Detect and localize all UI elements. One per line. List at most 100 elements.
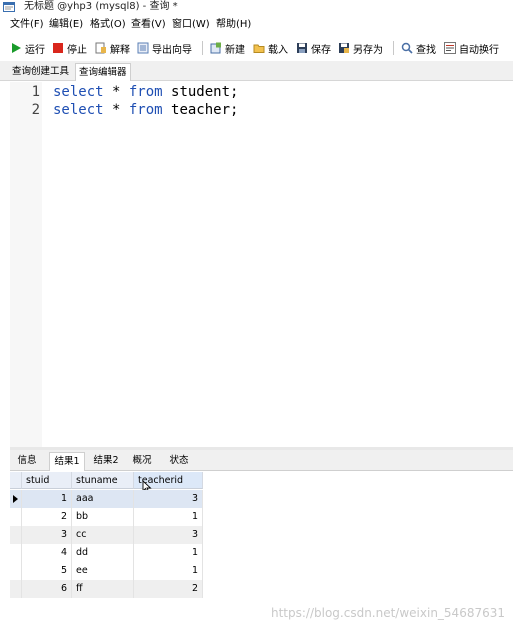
table-row[interactable]: 3 cc 3 (10, 526, 203, 544)
export-wizard-button[interactable]: 导出向导 (137, 37, 192, 59)
result-tabs: 信息 结果1 结果2 概况 状态 (10, 450, 513, 471)
column-header-stuid[interactable]: stuid (22, 472, 72, 489)
find-button[interactable]: 查找 (401, 37, 436, 59)
cell-stuid[interactable]: 1 (22, 490, 72, 508)
export-wizard-label: 导出向导 (152, 44, 192, 56)
tab-status[interactable]: 状态 (164, 452, 194, 470)
toolbar-separator (393, 41, 394, 55)
tab-overview[interactable]: 概况 (127, 452, 157, 470)
current-row-arrow-icon (13, 495, 18, 503)
explain-icon (95, 42, 107, 54)
run-button[interactable]: 运行 (10, 37, 45, 59)
table-row[interactable]: 1 aaa 3 (10, 490, 203, 508)
menu-bar: 文件(F) 编辑(E) 格式(O) 查看(V) 窗口(W) 帮助(H) (0, 16, 513, 34)
cell-stuname[interactable]: ee (72, 562, 134, 580)
save-as-label: 另存为 (353, 44, 383, 56)
cell-stuname[interactable]: dd (72, 544, 134, 562)
menu-window[interactable]: 窗口(W) (172, 16, 210, 34)
table-row[interactable]: 4 dd 1 (10, 544, 203, 562)
save-label: 保存 (311, 44, 331, 56)
keyword: select (53, 102, 104, 118)
cell-stuname[interactable]: ff (72, 580, 134, 598)
run-label: 运行 (25, 44, 45, 56)
cell-teacherid[interactable]: 1 (134, 508, 203, 526)
search-icon (401, 42, 413, 54)
cell-stuid[interactable]: 2 (22, 508, 72, 526)
menu-edit[interactable]: 编辑(E) (49, 16, 83, 34)
save-as-icon (338, 42, 350, 54)
code-line[interactable]: select * from teacher; (53, 102, 238, 118)
menu-format[interactable]: 格式(O) (90, 16, 126, 34)
keyword: select (53, 84, 104, 100)
tab-result-1[interactable]: 结果1 (49, 452, 85, 471)
explain-label: 解释 (110, 44, 130, 56)
stop-button[interactable]: 停止 (52, 37, 87, 59)
title-bar: 无标题 @yhp3 (mysql8) - 查询 * (0, 0, 513, 14)
save-as-button[interactable]: 另存为 (338, 37, 383, 59)
query-window-icon (3, 2, 15, 12)
stop-label: 停止 (67, 44, 87, 56)
line-number: 1 (31, 84, 40, 100)
word-wrap-button[interactable]: 自动换行 (444, 37, 499, 59)
row-indicator (10, 580, 22, 598)
line-number: 2 (31, 102, 40, 118)
table-row[interactable]: 6 ff 2 (10, 580, 203, 598)
code-text: student; (162, 84, 239, 100)
query-mode-tabs: 查询创建工具 查询编辑器 (0, 61, 513, 81)
menu-view[interactable]: 查看(V) (131, 16, 166, 34)
floppy-disk-icon (296, 42, 308, 54)
keyword: from (128, 102, 163, 118)
sql-editor[interactable]: 1 select * from student; 2 select * from… (0, 82, 513, 447)
cell-stuname[interactable]: cc (72, 526, 134, 544)
folder-icon (253, 42, 265, 54)
row-indicator (10, 526, 22, 544)
cell-teacherid[interactable]: 2 (134, 580, 203, 598)
code-line[interactable]: select * from student; (53, 84, 238, 100)
cell-stuid[interactable]: 3 (22, 526, 72, 544)
row-indicator (10, 508, 22, 526)
explain-button[interactable]: 解释 (95, 37, 130, 59)
tab-query-editor[interactable]: 查询编辑器 (75, 63, 131, 81)
stop-icon (52, 42, 64, 54)
word-wrap-label: 自动换行 (459, 44, 499, 56)
cell-stuid[interactable]: 5 (22, 562, 72, 580)
table-row[interactable]: 2 bb 1 (10, 508, 203, 526)
play-icon (10, 42, 22, 54)
tab-result-2[interactable]: 结果2 (89, 452, 123, 470)
row-header-corner (10, 472, 22, 489)
menu-file[interactable]: 文件(F) (10, 16, 44, 34)
cell-teacherid[interactable]: 1 (134, 544, 203, 562)
row-indicator (10, 490, 22, 508)
row-indicator (10, 544, 22, 562)
cell-teacherid[interactable]: 3 (134, 490, 203, 508)
export-icon (137, 42, 149, 54)
watermark: https://blog.csdn.net/weixin_54687631 (270, 606, 505, 620)
toolbar: 运行 停止 解释 导出向导 新建 载入 保存 另存为 查找 自动换行 (0, 37, 513, 59)
code-text: teacher; (162, 102, 239, 118)
new-query-icon (210, 42, 222, 54)
code-text: * (103, 84, 129, 100)
row-indicator (10, 562, 22, 580)
save-button[interactable]: 保存 (296, 37, 331, 59)
tab-query-builder[interactable]: 查询创建工具 (9, 63, 72, 80)
tab-info[interactable]: 信息 (12, 452, 42, 470)
line-number-gutter (10, 82, 42, 447)
window-title: 无标题 @yhp3 (mysql8) - 查询 * (24, 1, 178, 12)
code-text: * (103, 102, 129, 118)
cell-stuid[interactable]: 6 (22, 580, 72, 598)
cell-stuname[interactable]: bb (72, 508, 134, 526)
new-label: 新建 (225, 44, 245, 56)
cell-teacherid[interactable]: 1 (134, 562, 203, 580)
new-button[interactable]: 新建 (210, 37, 245, 59)
table-row[interactable]: 5 ee 1 (10, 562, 203, 580)
find-label: 查找 (416, 44, 436, 56)
toolbar-separator (202, 41, 203, 55)
menu-help[interactable]: 帮助(H) (216, 16, 251, 34)
keyword: from (128, 84, 163, 100)
column-header-stuname[interactable]: stuname (72, 472, 134, 489)
load-button[interactable]: 载入 (253, 37, 288, 59)
cell-stuname[interactable]: aaa (72, 490, 134, 508)
cell-stuid[interactable]: 4 (22, 544, 72, 562)
cell-teacherid[interactable]: 3 (134, 526, 203, 544)
word-wrap-icon (444, 42, 456, 54)
